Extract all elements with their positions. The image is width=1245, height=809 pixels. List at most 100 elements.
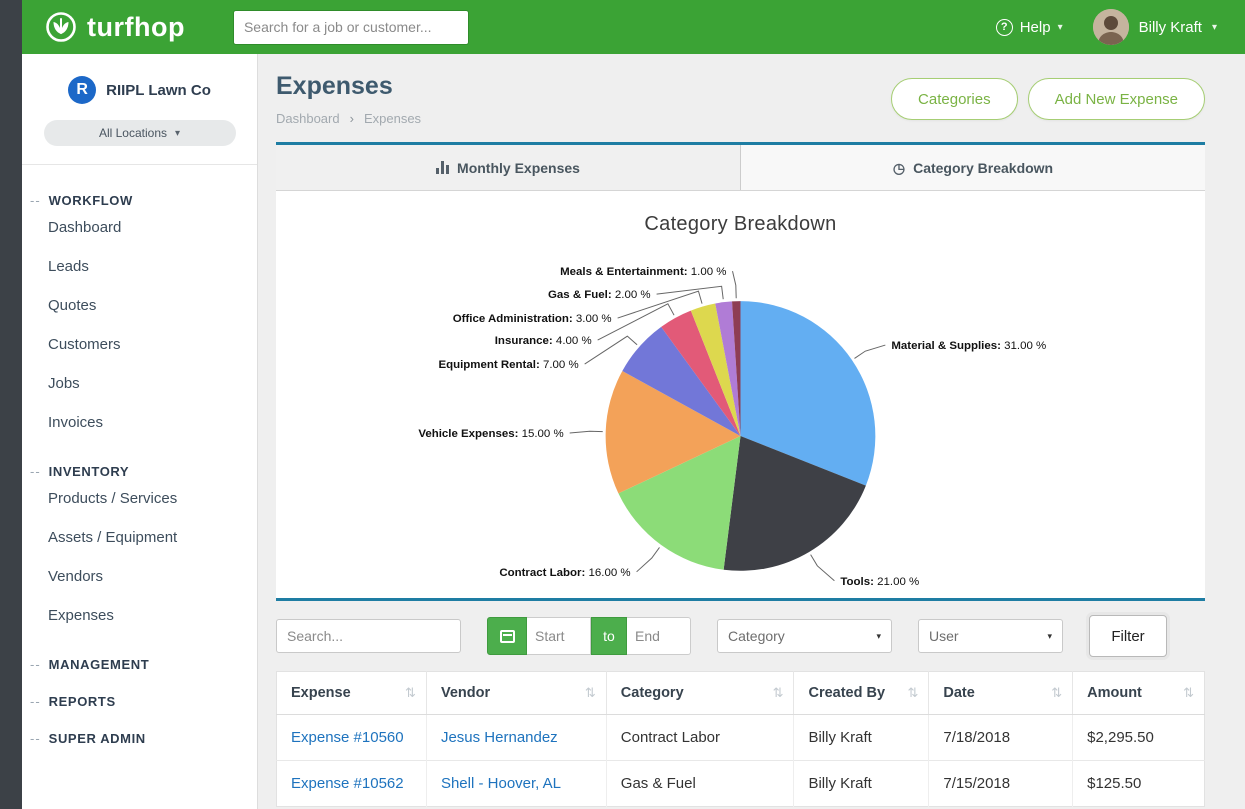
table-header-row: Expense⇅ Vendor⇅ Category⇅ Created By⇅ D… xyxy=(277,672,1205,715)
expense-link[interactable]: Expense #10562 xyxy=(291,775,404,792)
sidebar-nav: -- WORKFLOW Dashboard Leads Quotes Custo… xyxy=(22,165,257,746)
pie-label-line xyxy=(657,286,724,299)
categories-button[interactable]: Categories xyxy=(891,78,1018,120)
location-selector[interactable]: All Locations ▾ xyxy=(44,120,236,146)
tree-dash-icon: -- xyxy=(30,657,41,672)
row-amount: $125.50 xyxy=(1073,761,1205,807)
row-created-by: Billy Kraft xyxy=(794,715,929,761)
column-header-category[interactable]: Category⇅ xyxy=(606,672,794,715)
row-date: 7/15/2018 xyxy=(929,761,1073,807)
sidebar-item-vendors[interactable]: Vendors xyxy=(22,557,257,596)
row-date: 7/18/2018 xyxy=(929,715,1073,761)
breadcrumb-dashboard[interactable]: Dashboard xyxy=(276,111,340,126)
left-edge-strip xyxy=(0,0,22,809)
column-header-expense[interactable]: Expense⇅ xyxy=(277,672,427,715)
date-start-input[interactable] xyxy=(527,617,591,655)
user-menu[interactable]: Billy Kraft ▾ xyxy=(1093,9,1217,45)
top-bar: turfhop ? Help ▾ xyxy=(22,0,1245,54)
tree-dash-icon: -- xyxy=(30,694,41,709)
column-header-amount[interactable]: Amount⇅ xyxy=(1073,672,1205,715)
pie-label: Contract Labor: 16.00 % xyxy=(499,567,630,579)
breadcrumb: Dashboard › Expenses xyxy=(276,111,421,126)
section-super-admin[interactable]: -- SUPER ADMIN xyxy=(22,731,257,746)
pie-label-line xyxy=(854,345,885,358)
company-header: R RIIPL Lawn Co xyxy=(22,54,257,104)
company-logo: R xyxy=(68,76,96,104)
pie-label: Equipment Rental: 7.00 % xyxy=(438,359,578,371)
pie-label: Tools: 21.00 % xyxy=(840,576,919,588)
pie-chart-icon: ◷ xyxy=(893,161,905,175)
tree-dash-icon: -- xyxy=(30,464,41,479)
section-management[interactable]: -- MANAGEMENT xyxy=(22,657,257,672)
sidebar-item-assets-equipment[interactable]: Assets / Equipment xyxy=(22,518,257,557)
column-header-created-by[interactable]: Created By⇅ xyxy=(794,672,929,715)
pie-label: Office Administration: 3.00 % xyxy=(453,313,612,325)
app-root: turfhop ? Help ▾ xyxy=(0,0,1245,809)
sidebar-item-jobs[interactable]: Jobs xyxy=(22,364,257,403)
sort-icon[interactable]: ⇅ xyxy=(1051,685,1062,701)
user-name: Billy Kraft xyxy=(1139,19,1202,36)
sidebar: R RIIPL Lawn Co All Locations ▾ -- WORKF… xyxy=(22,54,258,809)
sort-icon[interactable]: ⇅ xyxy=(405,685,416,701)
filter-bar: to Category ▾ User ▾ Filter xyxy=(276,601,1205,671)
global-search-input[interactable] xyxy=(233,10,469,45)
sort-icon[interactable]: ⇅ xyxy=(773,685,784,701)
calendar-button[interactable] xyxy=(487,617,527,655)
pie-label: Material & Supplies: 31.00 % xyxy=(891,340,1046,352)
help-label: Help xyxy=(1020,19,1051,36)
vendor-link[interactable]: Shell - Hoover, AL xyxy=(441,775,561,792)
brand-logo[interactable]: turfhop xyxy=(44,10,185,44)
pie-label-line xyxy=(570,431,603,433)
filter-button[interactable]: Filter xyxy=(1089,615,1167,657)
sort-icon[interactable]: ⇅ xyxy=(1183,685,1194,701)
section-reports[interactable]: -- REPORTS xyxy=(22,694,257,709)
chevron-down-icon: ▾ xyxy=(1058,22,1063,33)
breadcrumb-expenses: Expenses xyxy=(364,111,421,126)
sidebar-item-quotes[interactable]: Quotes xyxy=(22,286,257,325)
avatar xyxy=(1093,9,1129,45)
date-end-input[interactable] xyxy=(627,617,691,655)
category-select[interactable]: Category ▾ xyxy=(717,619,892,653)
section-inventory[interactable]: -- INVENTORY xyxy=(22,464,257,479)
tab-monthly-expenses[interactable]: Monthly Expenses xyxy=(276,145,740,190)
pie-label: Insurance: 4.00 % xyxy=(495,335,592,347)
sort-icon[interactable]: ⇅ xyxy=(585,685,596,701)
column-header-date[interactable]: Date⇅ xyxy=(929,672,1073,715)
row-created-by: Billy Kraft xyxy=(794,761,929,807)
category-breakdown-chart: Category Breakdown Material & Supplies: … xyxy=(276,191,1205,598)
table-row: Expense #10560 Jesus Hernandez Contract … xyxy=(277,715,1205,761)
sidebar-item-products-services[interactable]: Products / Services xyxy=(22,479,257,518)
tab-category-breakdown[interactable]: ◷ Category Breakdown xyxy=(740,145,1205,190)
help-icon: ? xyxy=(996,19,1013,36)
bar-chart-icon xyxy=(436,161,449,174)
pie-label: Meals & Entertainment: 1.00 % xyxy=(560,266,726,278)
sidebar-item-leads[interactable]: Leads xyxy=(22,247,257,286)
sidebar-item-invoices[interactable]: Invoices xyxy=(22,403,257,442)
user-select[interactable]: User ▾ xyxy=(918,619,1063,653)
help-menu[interactable]: ? Help ▾ xyxy=(996,19,1063,36)
pie-label-line xyxy=(811,555,835,581)
add-new-expense-button[interactable]: Add New Expense xyxy=(1028,78,1205,120)
row-category: Gas & Fuel xyxy=(606,761,794,807)
table-search-input[interactable] xyxy=(276,619,461,653)
breadcrumb-separator-icon: › xyxy=(350,111,354,126)
expenses-table: Expense⇅ Vendor⇅ Category⇅ Created By⇅ D… xyxy=(276,671,1205,807)
vendor-link[interactable]: Jesus Hernandez xyxy=(441,729,558,746)
location-label: All Locations xyxy=(99,126,167,140)
sort-icon[interactable]: ⇅ xyxy=(907,685,918,701)
column-header-vendor[interactable]: Vendor⇅ xyxy=(426,672,606,715)
pie-label: Gas & Fuel: 2.00 % xyxy=(548,289,651,301)
date-range-group: to xyxy=(487,617,691,655)
row-category: Contract Labor xyxy=(606,715,794,761)
tree-dash-icon: -- xyxy=(30,193,41,208)
sidebar-item-dashboard[interactable]: Dashboard xyxy=(22,208,257,247)
section-workflow[interactable]: -- WORKFLOW xyxy=(22,193,257,208)
page-title: Expenses xyxy=(276,72,421,101)
expense-link[interactable]: Expense #10560 xyxy=(291,729,404,746)
date-to-label: to xyxy=(591,617,627,655)
main-content: Expenses Dashboard › Expenses Categories… xyxy=(258,54,1245,809)
select-arrow-icon: ▾ xyxy=(876,631,881,642)
row-amount: $2,295.50 xyxy=(1073,715,1205,761)
sidebar-item-expenses[interactable]: Expenses xyxy=(22,596,257,635)
sidebar-item-customers[interactable]: Customers xyxy=(22,325,257,364)
